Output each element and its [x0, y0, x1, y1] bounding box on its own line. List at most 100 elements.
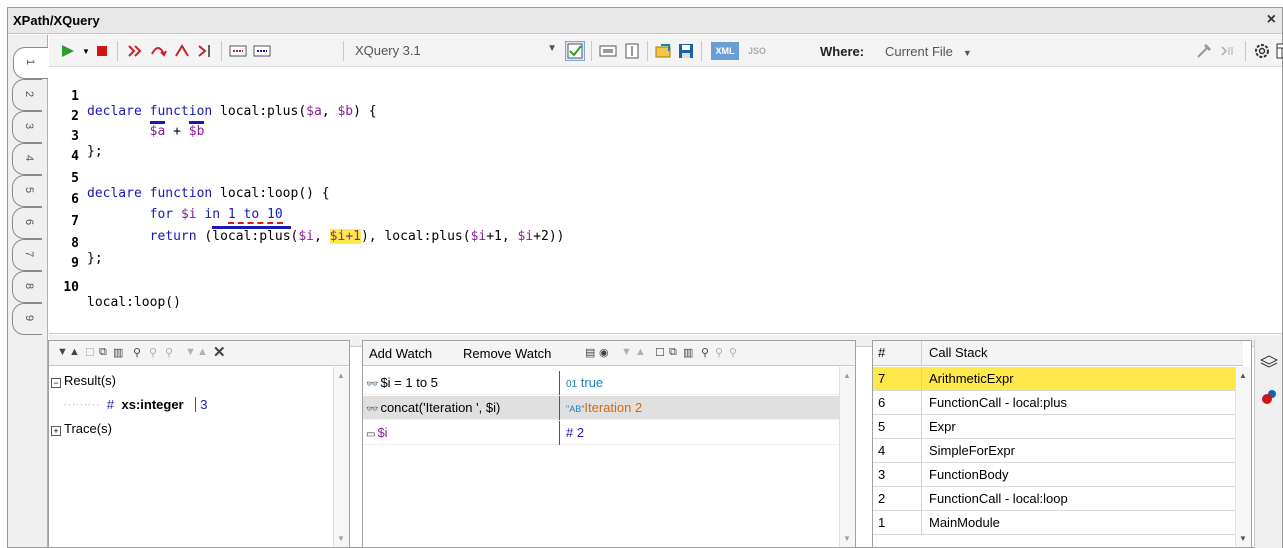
stop-icon[interactable] — [93, 42, 111, 60]
language-select[interactable]: XQuery 3.1 ▼ — [351, 41, 559, 61]
watch-row[interactable]: 👓 concat('Iteration ', $i) "AB"Iteration … — [363, 396, 839, 420]
search-icon[interactable]: ⚲ — [133, 346, 141, 359]
tab-label: 9 — [23, 314, 35, 322]
scroll-down-icon[interactable]: ▼ — [337, 534, 345, 543]
watch-row[interactable]: 👓 $i = 1 to 5 01 true — [363, 371, 839, 395]
settings-gear-icon[interactable] — [1253, 42, 1271, 60]
watch-expression: $i = 1 to 5 — [380, 375, 438, 390]
code-line-1: 1 declare function local:plus($a, $b) { — [49, 74, 376, 119]
expand-icon[interactable]: + — [51, 426, 61, 436]
call-stack-row[interactable]: 7 ArithmeticExpr — [873, 367, 1243, 391]
collapse-up-icon[interactable]: ▲ — [197, 346, 208, 358]
collapse-up-icon[interactable]: ▲ — [635, 346, 646, 358]
scroll-up-icon[interactable]: ▲ — [843, 371, 851, 380]
expand-down-icon[interactable]: ▼ — [185, 346, 196, 358]
remove-watch-button[interactable]: Remove Watch — [463, 346, 551, 361]
result-item[interactable]: ⋯⋯⋯ # xs:integer 3 — [63, 397, 208, 419]
results-scrollbar[interactable]: ▲ ▼ — [333, 367, 349, 547]
search-icon[interactable]: ⚲ — [701, 346, 709, 359]
copy-all-icon[interactable]: ⧉ — [99, 346, 107, 359]
tab-6[interactable]: 6 — [12, 207, 42, 239]
scroll-down-icon[interactable]: ▼ — [1239, 534, 1247, 543]
run-to-cursor-icon[interactable] — [197, 42, 215, 60]
add-watch-button[interactable]: Add Watch — [369, 346, 432, 361]
copy-all-icon[interactable]: ⧉ — [669, 346, 677, 359]
tab-5[interactable]: 5 — [12, 175, 42, 207]
watch-value: Iteration 2 — [584, 400, 643, 415]
watch-view-icon[interactable]: ▤ — [585, 346, 595, 359]
previous-result-icon[interactable]: ▲ — [69, 346, 80, 358]
call-stack-row[interactable]: 1 MainModule — [873, 511, 1243, 535]
call-stack-row[interactable]: 5 Expr — [873, 415, 1243, 439]
clear-results-icon[interactable]: ✕ — [213, 343, 226, 361]
scroll-up-icon[interactable]: ▲ — [1239, 371, 1247, 380]
result-item-type: xs:integer — [121, 397, 184, 412]
column-header-number: # — [878, 345, 886, 360]
result-item-value: 3 — [195, 397, 208, 412]
breakpoint-icon[interactable] — [229, 42, 247, 60]
step-into-icon[interactable] — [125, 42, 143, 60]
scroll-up-icon[interactable]: ▲ — [337, 371, 345, 380]
chevron-down-icon: ▼ — [962, 48, 972, 58]
tracepoint-icon[interactable] — [253, 42, 271, 60]
code-line-9: 9 — [49, 241, 96, 271]
call-stack-row[interactable]: 6 FunctionCall - local:plus — [873, 391, 1243, 415]
tab-2[interactable]: 2 — [12, 79, 42, 111]
watch-value: 2 — [576, 425, 585, 440]
xml-mode-button[interactable]: XML — [711, 42, 739, 60]
watch-glasses-icon: 👓 — [366, 379, 379, 390]
next-result-icon[interactable]: ▼ — [57, 346, 68, 358]
run-debug-icon[interactable] — [59, 42, 77, 60]
call-stack-scrollbar[interactable]: ▲ ▼ — [1235, 367, 1251, 547]
tab-4[interactable]: 4 — [12, 143, 42, 175]
tab-8[interactable]: 8 — [12, 271, 42, 303]
query-editor[interactable]: 1 declare function local:plus($a, $b) { … — [49, 68, 1282, 334]
watch-row[interactable]: ▭ $i # 2 — [363, 421, 839, 445]
call-stack-row[interactable]: 2 FunctionCall - local:loop — [873, 487, 1243, 511]
call-stack-row[interactable]: 4 SimpleForExpr — [873, 439, 1243, 463]
code-line-8: 8 }; — [49, 221, 102, 266]
copy-icon[interactable]: ☐ — [655, 346, 665, 359]
step-over-icon[interactable] — [149, 42, 167, 60]
tools-icon[interactable] — [1195, 42, 1213, 60]
copy-icon[interactable]: ☐ — [85, 346, 95, 359]
find-next-icon[interactable]: ⚲ — [715, 346, 723, 359]
breakpoint-marker: $a — [149, 124, 166, 139]
where-value: Current File — [885, 44, 953, 59]
expand-down-icon[interactable]: ▼ — [621, 346, 632, 358]
layout-icon[interactable] — [1275, 42, 1283, 60]
call-stack-row[interactable]: 3 FunctionBody — [873, 463, 1243, 487]
watch-scrollbar[interactable]: ▲ ▼ — [839, 367, 855, 547]
query-tab-strip: 1 2 3 4 5 6 7 8 9 — [8, 35, 48, 547]
json-mode-button[interactable]: JSO — [743, 42, 771, 60]
watch-field-icon: ▭ — [366, 429, 376, 440]
cursor-text-icon[interactable] — [623, 42, 641, 60]
tab-7[interactable]: 7 — [12, 239, 42, 271]
breakpoints-icon[interactable] — [1260, 388, 1278, 409]
collapse-icon[interactable]: − — [51, 378, 61, 388]
save-file-icon[interactable] — [677, 42, 695, 60]
validate-checkbox-icon[interactable] — [565, 41, 585, 61]
trace-tree-node[interactable]: + Trace(s) — [51, 421, 112, 443]
step-mode-icon[interactable] — [1219, 42, 1237, 60]
find-next-icon[interactable]: ⚲ — [149, 346, 157, 359]
layers-icon[interactable] — [1259, 354, 1279, 373]
scroll-down-icon[interactable]: ▼ — [843, 534, 851, 543]
watch-globe-icon[interactable]: ◉ — [599, 346, 609, 359]
breakpoint-marker: $b — [188, 124, 205, 139]
tab-1[interactable]: 1 — [13, 47, 48, 79]
tab-3[interactable]: 3 — [12, 111, 42, 143]
watch-expression: $i — [377, 425, 388, 440]
open-file-icon[interactable] — [655, 42, 673, 60]
code-line-10: 10 local:loop() — [49, 265, 181, 310]
find-previous-icon[interactable]: ⚲ — [729, 346, 737, 359]
close-icon[interactable]: × — [1267, 11, 1276, 29]
tab-9[interactable]: 9 — [12, 303, 42, 335]
text-view-icon[interactable] — [599, 42, 617, 60]
find-previous-icon[interactable]: ⚲ — [165, 346, 173, 359]
results-tree-node[interactable]: − Result(s) — [51, 373, 116, 395]
table-icon[interactable]: ▥ — [683, 346, 693, 359]
table-icon[interactable]: ▥ — [113, 346, 123, 359]
where-select[interactable]: Current File ▼ — [885, 44, 972, 59]
step-out-icon[interactable] — [173, 42, 191, 60]
